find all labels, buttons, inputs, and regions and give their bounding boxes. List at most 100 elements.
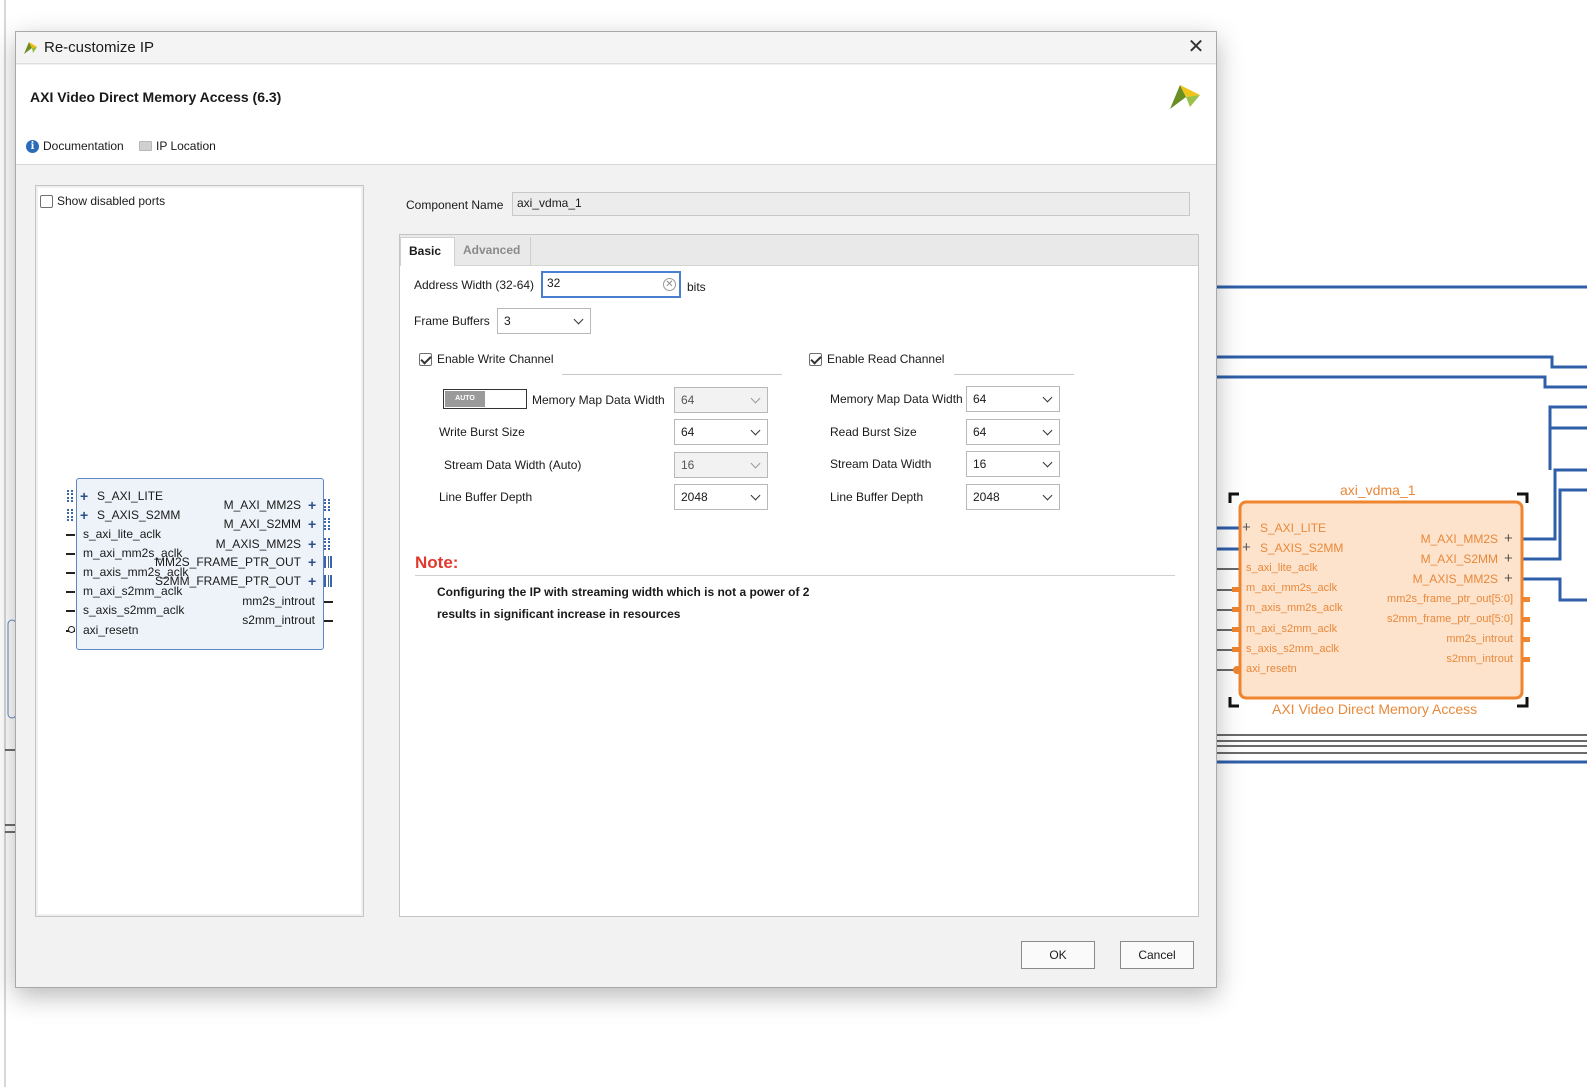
enable-write-channel-checkbox[interactable] [419, 353, 432, 366]
expand-plus-icon[interactable]: + [308, 574, 316, 588]
symbol-port-left: S_AXI_LITE [97, 489, 164, 503]
write-mm-data-width-label: Memory Map Data Width [532, 393, 665, 407]
component-name-label: Component Name [406, 198, 504, 212]
write-line-buffer-label: Line Buffer Depth [439, 490, 533, 504]
auto-toggle[interactable]: AUTO [443, 389, 527, 409]
symbol-port-left: S_AXIS_S2MM [97, 508, 181, 522]
ip-location-link[interactable]: IP Location [139, 139, 216, 153]
info-icon: i [26, 139, 39, 153]
bus-interface-icon [324, 556, 332, 568]
expand-plus-icon[interactable]: + [1242, 519, 1251, 536]
write-line-buffer-value: 2048 [681, 490, 708, 504]
active-low-reset-icon [68, 626, 75, 633]
symbol-port-right: MM2S_FRAME_PTR_OUT [154, 555, 301, 569]
show-disabled-ports-checkbox[interactable] [40, 195, 53, 208]
close-icon[interactable]: ✕ [1182, 34, 1210, 60]
write-mm-data-width-value: 64 [681, 393, 695, 407]
dialog-header: AXI Video Direct Memory Access (6.3) i D… [16, 65, 1216, 165]
symbol-port-right: S2MM_FRAME_PTR_OUT [154, 574, 301, 588]
vivado-logo-icon [24, 42, 37, 54]
port-pin [324, 601, 333, 603]
read-section-divider [954, 374, 1074, 375]
note-line-1: Configuring the IP with streaming width … [437, 585, 810, 599]
chevron-down-icon [750, 393, 761, 404]
read-stream-width-select[interactable]: 16 [966, 451, 1060, 477]
read-burst-size-select[interactable]: 64 [966, 419, 1060, 445]
write-burst-size-select[interactable]: 64 [674, 419, 768, 445]
tab-advanced[interactable]: Advanced [455, 237, 531, 266]
symbol-port-left: s_axis_s2mm_aclk [83, 603, 185, 617]
expand-plus-icon[interactable]: + [80, 508, 88, 522]
note-line-2: results in significant increase in resou… [437, 607, 681, 621]
expand-plus-icon[interactable]: + [80, 489, 88, 503]
expand-plus-icon[interactable]: + [308, 517, 316, 531]
chevron-down-icon [1042, 457, 1053, 468]
auto-toggle-knob: AUTO [445, 391, 485, 407]
symbol-port-right: M_AXI_MM2S [223, 498, 301, 512]
dialog-title: Re-customize IP [44, 39, 155, 56]
read-burst-size-value: 64 [973, 425, 987, 439]
chevron-down-icon [750, 490, 761, 501]
read-mm-data-width-select[interactable]: 64 [966, 386, 1060, 412]
ip-location-label: IP Location [156, 139, 216, 153]
read-line-buffer-select[interactable]: 2048 [966, 484, 1060, 510]
enable-read-channel-label: Enable Read Channel [827, 352, 945, 366]
symbol-port-right: M_AXI_S2MM [223, 517, 301, 531]
bg-block-left-port: m_axis_mm2s_aclk [1246, 602, 1343, 615]
bus-interface-icon [324, 538, 330, 550]
clear-icon[interactable]: ✕ [663, 278, 676, 291]
bus-interface-icon [67, 490, 73, 502]
enable-read-channel-checkbox[interactable] [809, 353, 822, 366]
read-stream-width-label: Stream Data Width [830, 457, 932, 471]
port-pin [66, 572, 75, 574]
frame-buffers-value: 3 [504, 314, 511, 328]
dialog-titlebar[interactable]: Re-customize IP ✕ [16, 32, 1216, 64]
bg-block-right-port: mm2s_introut [1446, 633, 1513, 645]
write-burst-size-label: Write Burst Size [439, 425, 525, 439]
note-title: Note: [415, 553, 459, 572]
ok-button[interactable]: OK [1021, 941, 1095, 969]
symbol-port-right: mm2s_introut [242, 594, 315, 608]
tab-basic[interactable]: Basic [400, 237, 455, 266]
read-mm-data-width-label: Memory Map Data Width [830, 392, 963, 406]
expand-plus-icon[interactable]: + [308, 498, 316, 512]
folder-icon [139, 141, 152, 151]
documentation-link[interactable]: i Documentation [26, 139, 124, 153]
write-stream-width-label: Stream Data Width (Auto) [444, 458, 582, 472]
symbol-port-left: axi_resetn [83, 623, 139, 637]
bg-block-left-port: m_axi_mm2s_aclk [1246, 581, 1338, 594]
write-stream-width-select[interactable]: 16 [674, 452, 768, 478]
bg-block-right-port: M_AXI_S2MM [1420, 552, 1498, 567]
component-name-field[interactable]: axi_vdma_1 [512, 192, 1190, 216]
port-pin [66, 553, 75, 555]
address-width-label: Address Width (32-64) [414, 278, 535, 292]
read-mm-data-width-value: 64 [973, 392, 987, 406]
expand-plus-icon[interactable]: + [1504, 550, 1513, 567]
chevron-down-icon [573, 314, 584, 325]
bg-block-right-port: s2mm_frame_ptr_out[5:0] [1387, 612, 1513, 625]
cancel-button[interactable]: Cancel [1120, 941, 1194, 969]
bg-block-right-port: s2mm_introut [1446, 653, 1513, 666]
read-stream-width-value: 16 [973, 457, 987, 471]
expand-plus-icon[interactable]: + [308, 555, 316, 569]
write-line-buffer-select[interactable]: 2048 [674, 484, 768, 510]
frame-buffers-select[interactable]: 3 [497, 308, 591, 334]
chevron-down-icon [750, 458, 761, 469]
chevron-down-icon [1042, 392, 1053, 403]
address-width-input[interactable]: 32 ✕ [541, 271, 681, 298]
write-section-divider [562, 374, 782, 375]
expand-plus-icon[interactable]: + [1504, 530, 1513, 547]
symbol-port-right: s2mm_introut [242, 613, 315, 627]
read-burst-size-label: Read Burst Size [830, 425, 917, 439]
chevron-down-icon [750, 425, 761, 436]
write-mm-data-width-select[interactable]: 64 [674, 387, 768, 413]
read-line-buffer-label: Line Buffer Depth [830, 490, 924, 504]
port-pin [66, 610, 75, 612]
bg-block-instance-name: axi_vdma_1 [1340, 482, 1416, 498]
chevron-down-icon [1042, 490, 1053, 501]
expand-plus-icon[interactable]: + [308, 537, 316, 551]
expand-plus-icon[interactable]: + [1504, 570, 1513, 587]
bg-block-right-port: M_AXIS_MM2S [1412, 572, 1498, 587]
bus-interface-icon [324, 575, 332, 587]
expand-plus-icon[interactable]: + [1242, 539, 1251, 556]
